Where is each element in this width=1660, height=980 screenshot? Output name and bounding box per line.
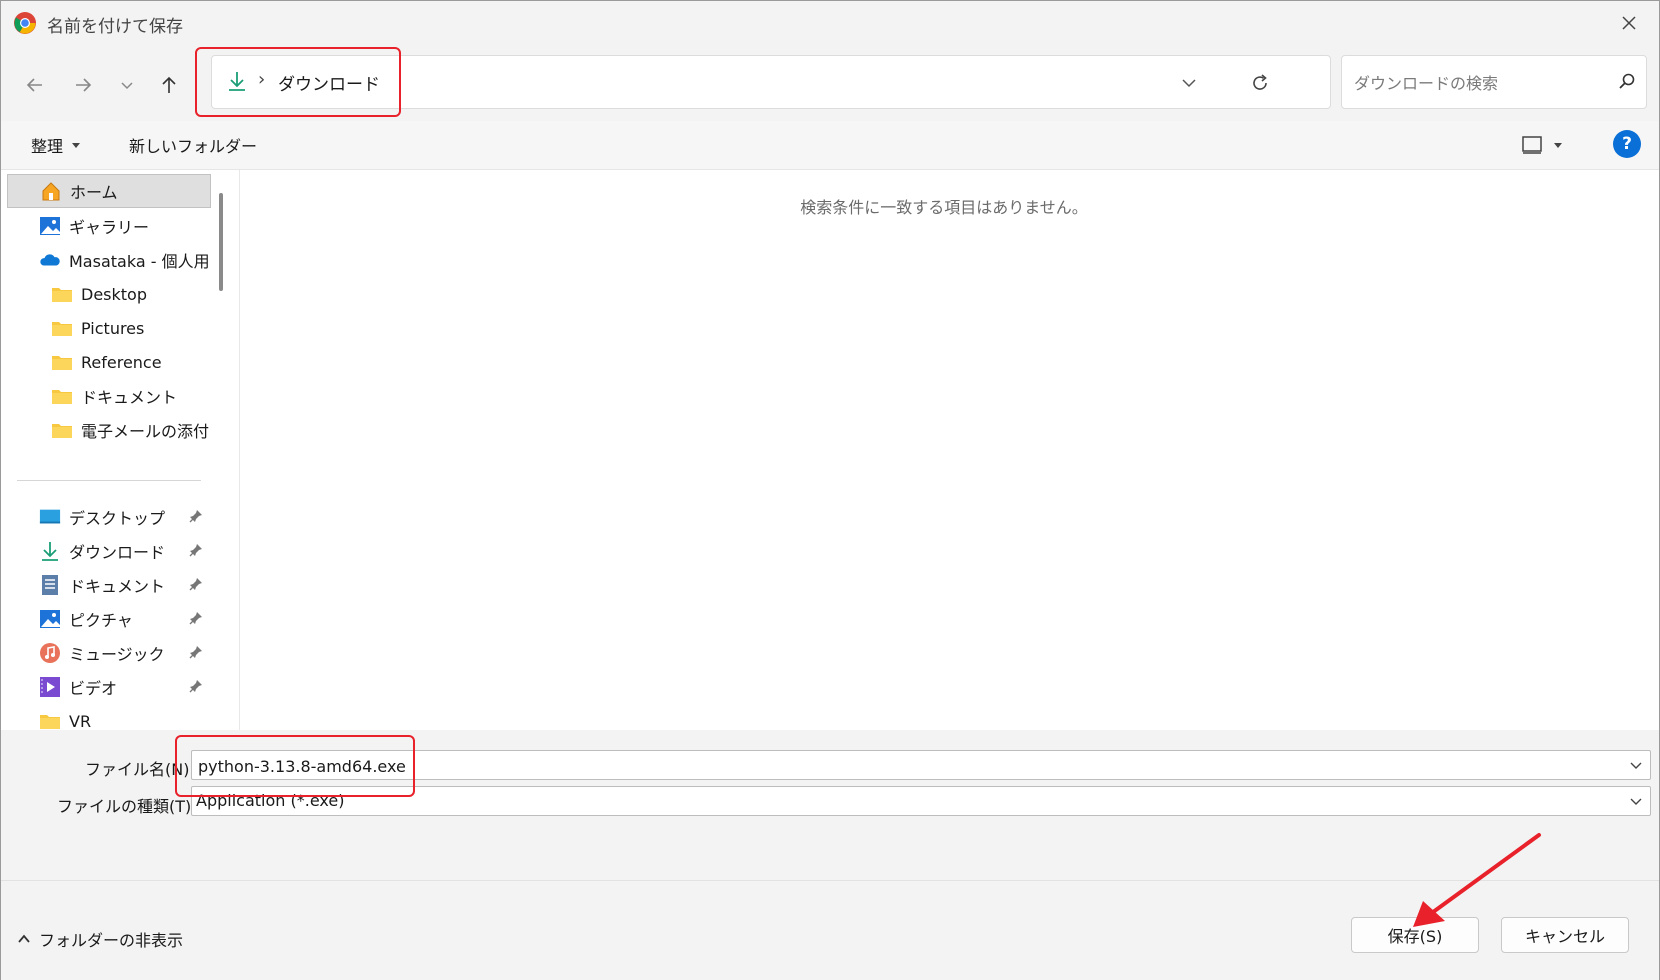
folder-icon [51,351,73,373]
sidebar-item-label: ギャラリー [69,218,150,237]
folder-icon [51,385,73,407]
sidebar-item-label: ミュージック [69,645,165,664]
organize-label: 整理 [31,137,64,156]
address-highlight-annotation [195,47,401,117]
recent-locations-button[interactable] [109,67,145,103]
sidebar-item-music[interactable]: ミュージック [7,636,211,670]
folder-icon [51,317,73,339]
hide-folders-toggle[interactable]: フォルダーの非表示 [17,927,183,951]
desktop-icon [39,506,61,528]
sidebar-item-email-attachments-folder[interactable]: 電子メールの添付 [7,413,211,447]
sidebar-item-gallery[interactable]: ギャラリー [7,209,211,243]
sidebar-item-videos[interactable]: ビデオ [7,670,211,704]
address-history-dropdown[interactable] [1174,68,1204,98]
refresh-button[interactable] [1240,66,1280,100]
sidebar-item-label: ダウンロード [69,543,166,562]
search-box[interactable] [1341,55,1647,109]
view-icon [1522,136,1542,154]
chevron-down-icon [1182,79,1196,88]
new-folder-label: 新しいフォルダー [129,137,258,156]
folder-icon [39,710,61,730]
sidebar-item-downloads[interactable]: ダウンロード [7,534,211,568]
arrow-up-icon [162,76,176,93]
gallery-icon [39,215,61,237]
sidebar-item-pictures[interactable]: ピクチャ [7,602,211,636]
sidebar-item-label: Desktop [81,284,147,304]
title-bar: 名前を付けて保存 [1,1,1659,45]
annotation-arrow-icon [1413,833,1541,927]
sidebar-item-label: Pictures [81,318,145,338]
help-button[interactable]: ? [1613,130,1641,158]
music-icon [39,642,61,664]
sidebar-item-label: ホーム [70,183,118,202]
hide-folders-label: フォルダーの非表示 [39,931,184,950]
sidebar-item-onedrive[interactable]: Masataka - 個人用 [7,243,211,277]
sidebar-scrollbar[interactable] [219,193,223,291]
pin-icon[interactable] [189,679,203,693]
command-bar: 整理 新しいフォルダー ? [1,121,1659,170]
sidebar-item-label: 電子メールの添付 [81,422,210,441]
forward-button[interactable] [65,67,101,103]
folder-icon [51,419,73,441]
view-options-button[interactable] [1521,131,1563,159]
picture-icon [39,608,61,630]
sidebar-item-label: VR [69,711,92,731]
pin-icon[interactable] [189,611,203,625]
arrow-left-icon [26,78,42,92]
download-icon [39,540,61,562]
file-list-area[interactable]: 検索条件に一致する項目はありません。 [239,170,1648,730]
sidebar-item-pictures-folder[interactable]: Pictures [7,311,211,345]
filename-highlight-annotation [175,735,415,797]
search-input[interactable] [1352,68,1606,98]
sidebar-item-label: ドキュメント [81,388,178,407]
caret-down-icon [72,143,81,148]
video-icon [39,676,61,698]
sidebar-item-documents[interactable]: ドキュメント [7,568,211,602]
sidebar-divider [17,480,201,481]
sidebar-item-documents-folder[interactable]: ドキュメント [7,379,211,413]
pin-icon[interactable] [189,577,203,591]
sidebar-item-home[interactable]: ホーム [7,174,211,208]
search-icon [1619,73,1635,89]
up-button[interactable] [151,67,187,103]
document-icon [39,574,61,596]
caret-down-icon [1554,143,1562,148]
pin-icon[interactable] [189,645,203,659]
chevron-down-icon[interactable] [1628,757,1644,773]
sidebar-item-label: Reference [81,352,162,372]
folder-icon [51,283,73,305]
arrow-right-icon [76,78,92,92]
sidebar-item-label: ビデオ [69,679,118,698]
close-button[interactable] [1609,5,1649,41]
sidebar-item-desktop[interactable]: デスクトップ [7,500,211,534]
sidebar-item-desktop-folder[interactable]: Desktop [7,277,211,311]
sidebar-item-label: Masataka - 個人用 [69,252,210,271]
sidebar-item-label: ドキュメント [69,577,166,596]
navigation-pane: ホーム ギャラリー Masataka - 個人用 Desktop Picture… [1,170,231,730]
sidebar-item-label: ピクチャ [69,611,133,630]
chevron-down-icon [121,82,133,90]
filetype-label: ファイルの種類(T): [57,797,197,816]
pin-icon[interactable] [189,509,203,523]
chevron-down-icon[interactable] [1628,793,1644,809]
back-button[interactable] [17,67,53,103]
refresh-icon [1253,74,1267,90]
dialog-title: 名前を付けて保存 [47,17,183,37]
sidebar-item-vr-folder[interactable]: VR [7,704,211,730]
home-icon [40,180,62,202]
onedrive-icon [39,249,61,271]
chrome-icon [14,12,36,34]
organize-menu-button[interactable]: 整理 [31,133,81,157]
close-icon [1622,16,1636,30]
sidebar-item-label: デスクトップ [69,509,166,528]
new-folder-button[interactable]: 新しいフォルダー [129,133,257,157]
empty-results-message: 検索条件に一致する項目はありません。 [800,198,1088,217]
save-as-dialog: 名前を付けて保存 › ダウンロード ダウンロードの検索 整理 新しいフォルダー … [0,0,1660,980]
chevron-up-icon [18,934,30,943]
sidebar-item-reference-folder[interactable]: Reference [7,345,211,379]
pin-icon[interactable] [189,543,203,557]
